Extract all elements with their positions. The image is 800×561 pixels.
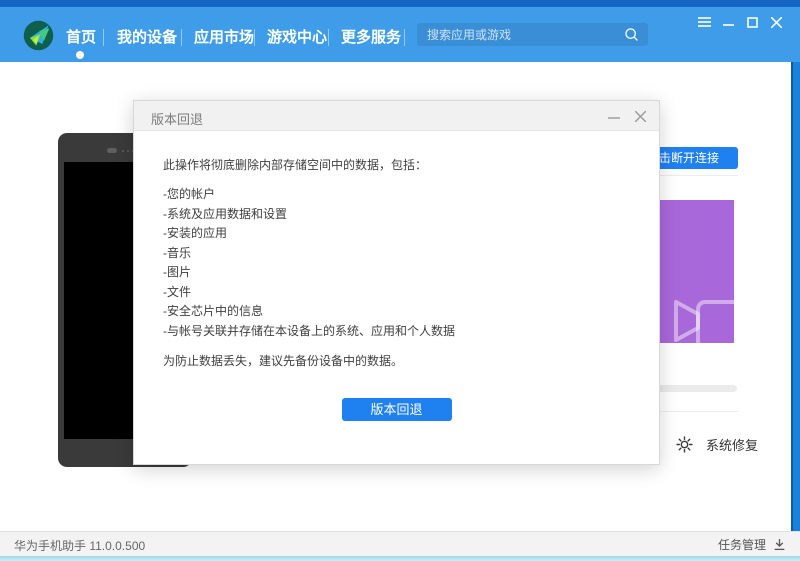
dialog-list-item: -音乐 xyxy=(163,244,630,264)
close-icon[interactable] xyxy=(769,10,784,34)
download-icon xyxy=(773,538,786,551)
hisuite-window: 点击断开连接 系统修复 xyxy=(0,0,800,561)
nav-separator xyxy=(181,29,182,46)
hisuite-logo xyxy=(23,20,54,51)
window-right-edge xyxy=(791,62,800,531)
dialog-list-item: -文件 xyxy=(163,283,630,303)
search-icon[interactable] xyxy=(623,26,640,43)
dialog-titlebar: 版本回退 xyxy=(134,101,659,131)
app-version-label: 华为手机助手 11.0.0.500 xyxy=(14,537,145,554)
window-top-edge xyxy=(0,0,800,7)
dialog-title: 版本回退 xyxy=(151,109,203,128)
status-bar: 华为手机助手 11.0.0.500 任务管理 xyxy=(0,531,800,556)
nav-separator xyxy=(254,29,255,46)
nav-app-market[interactable]: 应用市场 xyxy=(194,28,254,48)
dialog-list-item: -与帐号关联并存储在本设备上的系统、应用和个人数据 xyxy=(163,322,630,342)
dialog-list-item: -安全芯片中的信息 xyxy=(163,302,630,322)
nav-separator xyxy=(103,29,104,46)
dialog-list-item: -图片 xyxy=(163,263,630,283)
dialog-list-item: -您的帐户 xyxy=(163,185,630,205)
menu-icon[interactable] xyxy=(697,10,712,34)
dialog-close-icon[interactable] xyxy=(631,105,649,127)
nav-separator xyxy=(328,29,329,46)
dialog-body: 此操作将彻底删除内部存储空间中的数据，包括： -您的帐户 -系统及应用数据和设置… xyxy=(134,131,659,421)
maximize-icon[interactable] xyxy=(745,10,760,34)
dialog-warning-text: 为防止数据丢失，建议先备份设备中的数据。 xyxy=(163,352,630,372)
phone-speaker xyxy=(107,148,117,153)
nav-separator xyxy=(404,29,405,46)
dialog-intro-text: 此操作将彻底删除内部存储空间中的数据，包括： xyxy=(163,157,630,173)
system-repair-label: 系统修复 xyxy=(706,435,758,454)
task-manager-button[interactable]: 任务管理 xyxy=(718,536,786,553)
gear-icon xyxy=(676,436,693,453)
dialog-list-item: -系统及应用数据和设置 xyxy=(163,205,630,225)
main-navbar: 首页 我的设备 应用市场 游戏中心 更多服务 xyxy=(0,7,800,62)
dialog-list-item: -安装的应用 xyxy=(163,224,630,244)
version-rollback-confirm-button[interactable]: 版本回退 xyxy=(342,398,452,421)
nav-game-center[interactable]: 游戏中心 xyxy=(267,28,327,48)
nav-home[interactable]: 首页 xyxy=(66,28,96,48)
search-input[interactable] xyxy=(427,23,617,46)
minimize-icon[interactable] xyxy=(721,10,736,34)
phone-sensor-dots xyxy=(122,150,124,152)
dialog-minimize-icon[interactable] xyxy=(605,105,623,127)
window-bottom-edge xyxy=(0,556,800,561)
search-box[interactable] xyxy=(417,23,648,46)
version-rollback-dialog: 版本回退 此操作将彻底删除内部存储空间中的数据，包括： -您的帐户 -系统及应用… xyxy=(133,100,660,465)
nav-more-services[interactable]: 更多服务 xyxy=(341,28,401,48)
video-camera-icon xyxy=(670,294,734,343)
nav-my-devices[interactable]: 我的设备 xyxy=(117,28,177,48)
active-tab-indicator xyxy=(76,51,84,59)
task-manager-label: 任务管理 xyxy=(718,536,766,553)
system-repair-button[interactable]: 系统修复 xyxy=(676,435,758,453)
